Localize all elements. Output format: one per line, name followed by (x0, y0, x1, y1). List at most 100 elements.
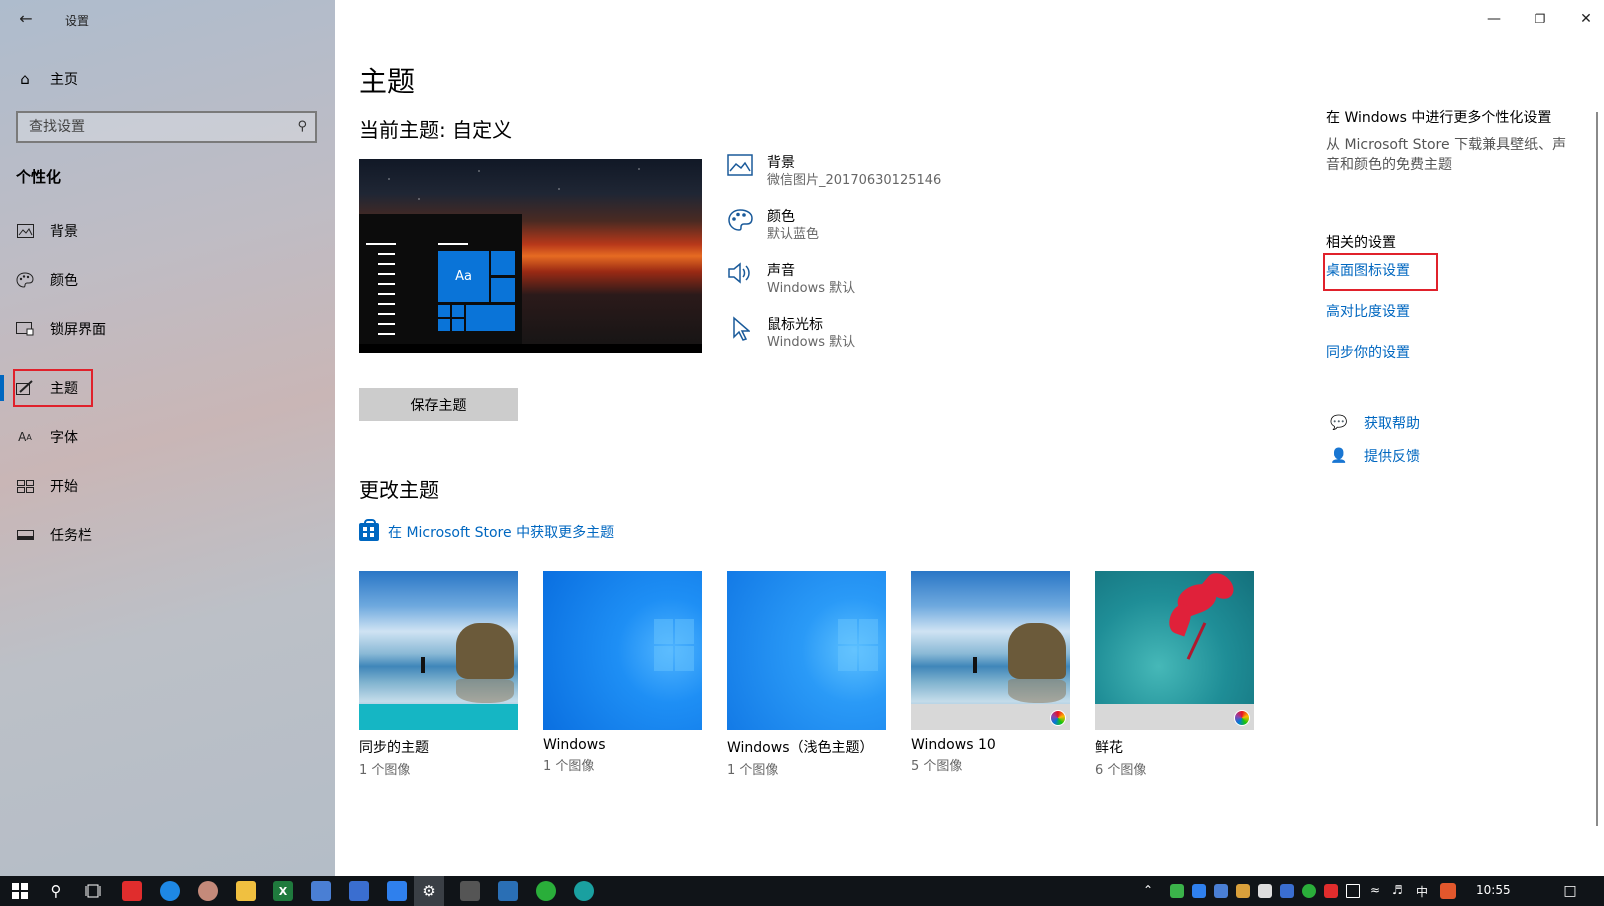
prop-name: 背景 (767, 155, 795, 171)
app-title: 设置 (65, 14, 90, 28)
sidebar-item-lockscreen[interactable]: 锁屏界面 (16, 316, 106, 342)
more-desc-line: 从 Microsoft Store 下载兼具壁纸、声 (1326, 137, 1567, 153)
color-wheel-icon (1050, 710, 1066, 726)
edge-icon[interactable] (574, 881, 594, 901)
prop-value: Windows 默认 (767, 281, 856, 296)
minimize-icon[interactable]: — (1479, 8, 1509, 30)
wifi-icon[interactable]: ≈ (1370, 883, 1380, 897)
font-icon: AA (18, 430, 32, 444)
theme-card-synced[interactable]: 同步的主题 1 个图像 (359, 571, 518, 778)
nav-home[interactable]: ⌂ 主页 (16, 66, 78, 92)
prop-value: 默认蓝色 (767, 227, 820, 242)
prop-colors[interactable]: 颜色 默认蓝色 (725, 208, 819, 244)
search-placeholder: 查找设置 (29, 119, 85, 135)
wechat-icon[interactable] (536, 881, 556, 901)
settings-gear-icon[interactable]: ⚙ (419, 881, 439, 901)
theme-card-windows[interactable]: Windows 1 个图像 (543, 571, 702, 774)
sidebar-item-background[interactable]: 背景 (16, 218, 78, 244)
battery-icon[interactable] (1346, 884, 1360, 898)
scrollbar[interactable] (1596, 112, 1598, 826)
tray-app-icon[interactable] (1170, 884, 1184, 898)
prop-background[interactable]: 背景 微信图片_20170630125146 (725, 154, 941, 190)
photos-icon[interactable] (498, 881, 518, 901)
tray-app-icon[interactable] (1214, 884, 1228, 898)
tray-chevron-icon[interactable]: ⌃ (1143, 883, 1153, 897)
help-chat-icon: 💬 (1330, 415, 1348, 431)
more-desc: 从 Microsoft Store 下载兼具壁纸、声 音和颜色的免费主题 (1326, 135, 1566, 175)
preview-start-menu: Aa (359, 214, 522, 353)
theme-thumbnail (359, 571, 518, 730)
theme-card-windows10[interactable]: Windows 10 5 个图像 (911, 571, 1070, 774)
store-icon[interactable] (460, 881, 480, 901)
theme-count: 5 个图像 (911, 759, 963, 774)
browser-icon[interactable] (160, 881, 180, 901)
page-title: 主题 (359, 65, 416, 98)
app-blue2-icon[interactable] (349, 881, 369, 901)
excel-icon[interactable]: X (273, 881, 293, 901)
change-theme-heading: 更改主题 (359, 478, 439, 502)
restore-icon[interactable]: ❐ (1525, 8, 1555, 30)
avatar-app-icon[interactable] (198, 881, 218, 901)
tray-app-icon[interactable] (1324, 884, 1338, 898)
store-link-label: 在 Microsoft Store 中获取更多主题 (388, 525, 615, 541)
more-title: 在 Windows 中进行更多个性化设置 (1326, 110, 1552, 126)
clock-time[interactable]: 10:55 (1476, 883, 1511, 897)
sidebar-item-colors[interactable]: 颜色 (16, 267, 78, 293)
theme-count: 1 个图像 (543, 759, 595, 774)
back-arrow-icon[interactable]: ← (14, 8, 38, 30)
sync-settings-link[interactable]: 同步你的设置 (1326, 342, 1410, 362)
high-contrast-settings-link[interactable]: 高对比度设置 (1326, 301, 1410, 321)
tray-shield-icon[interactable] (1258, 884, 1272, 898)
tray-wechat-icon[interactable] (1302, 884, 1316, 898)
prop-cursor[interactable]: 鼠标光标 Windows 默认 (725, 316, 855, 352)
tray-app-icon[interactable] (1236, 884, 1250, 898)
ime-indicator[interactable]: 中 (1416, 883, 1428, 900)
tray-app-icon[interactable] (1280, 884, 1294, 898)
theme-thumbnail (543, 571, 702, 730)
theme-card-flowers[interactable]: 鲜花 6 个图像 (1095, 571, 1254, 778)
sogou-ime-icon[interactable] (1440, 883, 1456, 899)
windows-start-icon[interactable] (10, 881, 30, 901)
volume-icon[interactable]: ♬ (1392, 883, 1403, 897)
app-red-icon[interactable] (122, 881, 142, 901)
highlight-box-desktop-icons (1323, 253, 1438, 291)
close-icon[interactable]: ✕ (1571, 8, 1601, 30)
app-blue3-icon[interactable] (387, 881, 407, 901)
get-help-link[interactable]: 💬 获取帮助 (1330, 413, 1420, 433)
sidebar-item-label: 锁屏界面 (50, 322, 106, 338)
feedback-person-icon: 👤 (1330, 448, 1348, 464)
sidebar-item-taskbar[interactable]: 任务栏 (16, 522, 92, 548)
theme-preview: Aa (359, 159, 702, 353)
active-indicator (0, 375, 4, 401)
prop-name: 声音 (767, 263, 795, 279)
search-icon[interactable]: ⚲ (297, 113, 307, 141)
theme-card-windows-light[interactable]: Windows（浅色主题） 1 个图像 (727, 571, 886, 778)
palette-icon (16, 271, 34, 289)
sidebar-item-label: 字体 (50, 430, 78, 446)
sidebar-item-start[interactable]: 开始 (16, 473, 78, 499)
theme-thumbnail (1095, 571, 1254, 730)
save-theme-button[interactable]: 保存主题 (359, 388, 518, 421)
search-icon[interactable]: ⚲ (46, 881, 66, 901)
image-icon (16, 222, 34, 240)
app-blue-icon[interactable] (311, 881, 331, 901)
prop-sounds[interactable]: 声音 Windows 默认 (725, 262, 855, 298)
feedback-link[interactable]: 👤 提供反馈 (1330, 446, 1420, 466)
search-input[interactable]: 查找设置 ⚲ (16, 111, 317, 143)
store-themes-link[interactable]: 在 Microsoft Store 中获取更多主题 (359, 519, 615, 542)
theme-name: 鲜花 (1095, 740, 1123, 756)
cursor-icon (725, 316, 755, 352)
related-settings-title: 相关的设置 (1326, 235, 1396, 251)
taskbar: ⚲ X ⚙ ⌃ ≈ ♬ 中 10:55 □ (0, 876, 1604, 906)
theme-count: 1 个图像 (727, 763, 779, 778)
nav-home-label: 主页 (50, 72, 78, 88)
home-icon: ⌂ (20, 70, 30, 88)
start-icon (16, 477, 34, 495)
notification-icon[interactable]: □ (1560, 881, 1580, 901)
sidebar-item-fonts[interactable]: AA 字体 (16, 424, 78, 450)
prop-value: Windows 默认 (767, 335, 856, 350)
tray-app-icon[interactable] (1192, 884, 1206, 898)
file-explorer-icon[interactable] (236, 881, 256, 901)
get-help-label: 获取帮助 (1364, 416, 1420, 432)
task-view-icon[interactable] (83, 881, 103, 901)
